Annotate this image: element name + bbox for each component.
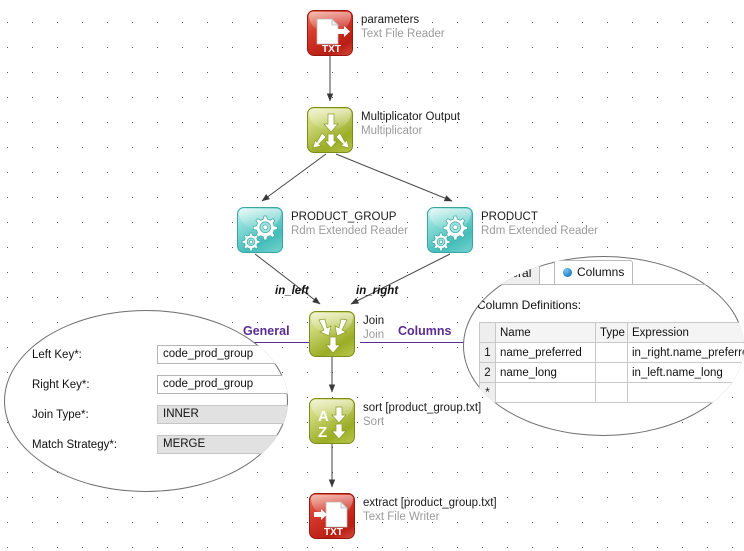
join-type-select[interactable]: INNER xyxy=(157,405,288,424)
table-header-row: Name Type Expression xyxy=(479,322,744,343)
match-strategy-label: Match Strategy*: xyxy=(32,439,118,451)
edge-multiplicator-to-product-group xyxy=(261,153,327,202)
tab-label-general[interactable]: General xyxy=(243,324,290,338)
tab-columns-dot-icon xyxy=(563,268,572,278)
tab-general[interactable]: eneral xyxy=(489,262,541,284)
svg-text:TXT: TXT xyxy=(322,44,341,55)
match-strategy-select[interactable]: MERGE xyxy=(157,435,288,454)
node-label: Join xyxy=(363,315,385,327)
table-header-expression: Expression xyxy=(627,322,744,343)
node-label: PRODUCT xyxy=(481,211,538,223)
cell-expression[interactable]: in_left.name_long xyxy=(627,362,744,383)
svg-text:TXT: TXT xyxy=(324,527,343,538)
left-key-label: Left Key*: xyxy=(32,349,82,361)
cell-type[interactable] xyxy=(595,362,628,383)
column-definitions-label: Column Definitions: xyxy=(477,298,582,312)
node-label: extract [product_group.txt] xyxy=(363,497,497,509)
port-label-in-left: in_left xyxy=(275,285,309,297)
table-header-name: Name xyxy=(495,322,596,343)
join-icon[interactable] xyxy=(309,311,355,357)
node-type: Join xyxy=(363,329,385,341)
node-type: Rdm Extended Reader xyxy=(291,225,408,237)
txt-file-reader-icon[interactable]: TXT xyxy=(307,10,353,56)
row-number: 2 xyxy=(479,362,496,383)
svg-text:Z: Z xyxy=(318,424,327,441)
cell-type[interactable] xyxy=(595,382,628,403)
txt-file-writer-icon[interactable]: TXT xyxy=(309,493,355,539)
column-definitions-table[interactable]: Name Type Expression 1 name_preferred in… xyxy=(479,322,744,403)
table-header-type: Type xyxy=(595,322,628,343)
tab-columns[interactable]: Columns xyxy=(554,260,634,284)
join-type-label: Join Type*: xyxy=(32,409,89,421)
row-number-new: * xyxy=(479,382,496,403)
rdm-extended-reader-icon[interactable] xyxy=(427,207,473,253)
node-type: Rdm Extended Reader xyxy=(481,225,598,237)
cell-expression[interactable] xyxy=(627,382,744,403)
tabstrip-baseline xyxy=(463,284,744,285)
node-type: Multiplicator xyxy=(361,125,423,137)
table-corner-cell xyxy=(479,322,496,343)
cell-name[interactable] xyxy=(495,382,596,403)
table-row[interactable]: 2 name_long in_left.name_long xyxy=(479,362,744,383)
sort-az-icon[interactable]: A Z xyxy=(309,398,355,444)
cell-type[interactable] xyxy=(595,342,628,363)
table-row-new[interactable]: * xyxy=(479,382,744,403)
edge-multiplicator-to-product xyxy=(335,153,453,202)
cell-expression[interactable]: in_right.name_preferred xyxy=(627,342,744,363)
node-label: Multiplicator Output xyxy=(361,111,461,123)
node-type: Text File Reader xyxy=(361,28,445,40)
multiplicator-icon[interactable] xyxy=(307,107,353,153)
svg-text:A: A xyxy=(318,408,329,425)
node-label: parameters xyxy=(361,14,420,26)
node-label: PRODUCT_GROUP xyxy=(291,211,397,223)
cell-name[interactable]: name_preferred xyxy=(495,342,596,363)
rdm-extended-reader-icon[interactable] xyxy=(237,207,283,253)
table-row[interactable]: 1 name_preferred in_right.name_preferred xyxy=(479,342,744,363)
flow-canvas[interactable]: TXT parameters Text File Reader Multipli… xyxy=(0,0,744,551)
tab-label-columns[interactable]: Columns xyxy=(398,324,451,338)
cell-name[interactable]: name_long xyxy=(495,362,596,383)
tab-general-label: eneral xyxy=(498,266,532,280)
row-number: 1 xyxy=(479,342,496,363)
right-key-input[interactable]: code_prod_group xyxy=(157,375,288,394)
callout-columns: eneral Columns Column Definitions: Name … xyxy=(463,256,744,436)
left-key-input[interactable]: code_prod_group xyxy=(157,345,288,364)
tab-columns-label: Columns xyxy=(577,265,625,279)
port-label-in-right: in_right xyxy=(356,285,399,297)
node-type: Text File Writer xyxy=(363,511,440,523)
right-key-label: Right Key*: xyxy=(32,379,90,391)
